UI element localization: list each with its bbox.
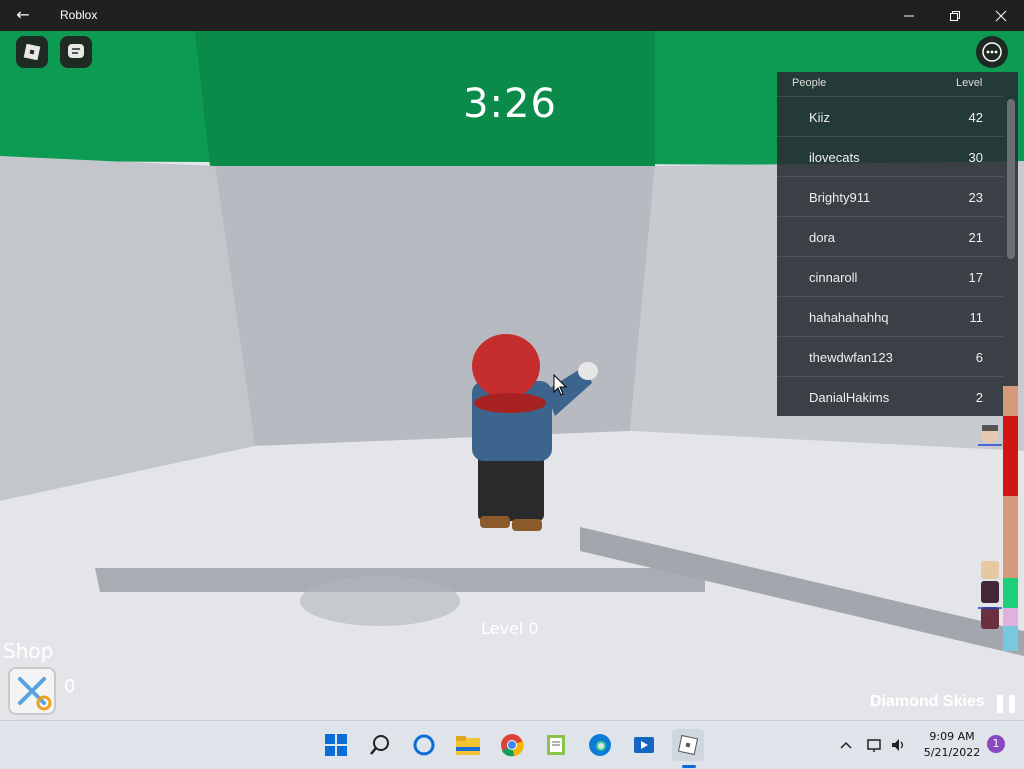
leaderboard-row[interactable]: DanialHakims 2 xyxy=(777,376,1004,416)
taskbar: 9:09 AM 5/21/2022 1 xyxy=(0,720,1024,769)
mouse-cursor-icon xyxy=(553,374,567,396)
shop-button[interactable] xyxy=(8,667,56,715)
player-name: ilovecats xyxy=(809,150,860,165)
leaderboard-row[interactable]: dora 21 xyxy=(777,216,1004,256)
notepad-icon xyxy=(547,735,565,755)
player-level: 30 xyxy=(968,150,983,165)
clock-time: 9:09 AM xyxy=(929,730,975,743)
notification-badge[interactable]: 1 xyxy=(987,735,1005,753)
player-level: 23 xyxy=(968,190,983,205)
player-level: 42 xyxy=(968,110,983,125)
player-name: thewdwfan123 xyxy=(809,350,893,365)
shop-label: Shop xyxy=(3,639,54,663)
player-name: DanialHakims xyxy=(809,390,890,405)
cortana-button[interactable] xyxy=(408,729,440,761)
chevron-up-icon xyxy=(840,741,852,749)
windows-start-icon xyxy=(325,734,347,756)
show-hidden-icons-button[interactable] xyxy=(836,729,856,761)
player-position-markers xyxy=(978,425,1002,629)
notepad-button[interactable] xyxy=(540,729,572,761)
game-viewport[interactable]: 3:26 People Level Kiiz 42 ilovecats 30 B… xyxy=(0,31,1024,720)
leaderboard-row[interactable]: cinnaroll 17 xyxy=(777,256,1004,296)
edge-button[interactable] xyxy=(584,729,616,761)
more-options-button[interactable] xyxy=(976,36,1008,68)
system-clock[interactable]: 9:09 AM 5/21/2022 xyxy=(912,729,992,761)
media-player-icon xyxy=(634,737,654,753)
leaderboard-header: People Level xyxy=(777,72,1018,95)
leaderboard-row[interactable]: thewdwfan123 6 xyxy=(777,336,1004,376)
roblox-taskbar-button[interactable] xyxy=(672,729,704,761)
window-title: Roblox xyxy=(60,8,98,22)
clock-date: 5/21/2022 xyxy=(923,746,981,759)
close-button[interactable] xyxy=(978,0,1024,31)
search-button[interactable] xyxy=(364,729,396,761)
player-name: cinnaroll xyxy=(809,270,858,285)
player-level: 21 xyxy=(968,230,983,245)
chrome-button[interactable] xyxy=(496,729,528,761)
volume-button[interactable] xyxy=(888,729,910,761)
player-name: dora xyxy=(809,230,836,245)
network-icon xyxy=(867,739,881,752)
window-titlebar: ← Roblox xyxy=(0,0,1024,31)
leaderboard-row[interactable]: ilovecats 30 xyxy=(777,136,1004,176)
roblox-icon xyxy=(677,734,699,756)
chrome-icon xyxy=(501,734,524,757)
media-player-button[interactable] xyxy=(628,729,660,761)
file-explorer-icon xyxy=(456,736,480,755)
start-button[interactable] xyxy=(320,729,352,761)
roblox-menu-icon xyxy=(23,43,41,61)
player-name: hahahahahhq xyxy=(809,310,889,325)
cortana-icon xyxy=(413,734,435,756)
volume-icon xyxy=(892,739,904,751)
file-explorer-button[interactable] xyxy=(452,729,484,761)
chat-button[interactable] xyxy=(60,36,92,68)
leaderboard-scrollbar[interactable] xyxy=(1007,99,1015,259)
player-level: 11 xyxy=(969,310,984,325)
edge-icon xyxy=(589,734,611,756)
coin-count: 0 xyxy=(64,676,76,697)
close-icon xyxy=(995,10,1007,21)
header-people: People xyxy=(792,77,827,89)
roblox-menu-button[interactable] xyxy=(16,36,48,68)
area-name: Diamond Skies xyxy=(870,693,985,710)
maximize-button[interactable] xyxy=(932,0,978,31)
back-arrow-icon[interactable]: ← xyxy=(12,5,34,25)
shop-icon xyxy=(18,677,52,711)
tower-progress-bar xyxy=(1003,386,1018,651)
minimize-button[interactable] xyxy=(886,0,932,31)
level-indicator: Level 0 xyxy=(481,619,539,638)
round-timer: 3:26 xyxy=(463,81,557,127)
player-level: 6 xyxy=(975,350,983,365)
leaderboard-row[interactable]: Brighty911 23 xyxy=(777,176,1004,216)
player-name: Kiiz xyxy=(809,110,830,125)
more-options-icon xyxy=(982,42,1002,62)
pause-button[interactable] xyxy=(997,695,1017,713)
network-button[interactable] xyxy=(864,729,886,761)
player-name: Brighty911 xyxy=(809,190,871,205)
leaderboard-row[interactable]: Kiiz 42 xyxy=(777,96,1004,136)
minimize-icon xyxy=(904,15,914,16)
chat-icon xyxy=(68,44,84,58)
leaderboard-row[interactable]: hahahahahhq 11 xyxy=(777,296,1004,336)
leaderboard: People Level Kiiz 42 ilovecats 30 Bright… xyxy=(777,72,1018,416)
player-level: 2 xyxy=(975,390,983,405)
player-level: 17 xyxy=(968,270,983,285)
search-icon xyxy=(370,735,389,755)
maximize-icon xyxy=(950,10,960,21)
header-level: Level xyxy=(956,77,983,89)
